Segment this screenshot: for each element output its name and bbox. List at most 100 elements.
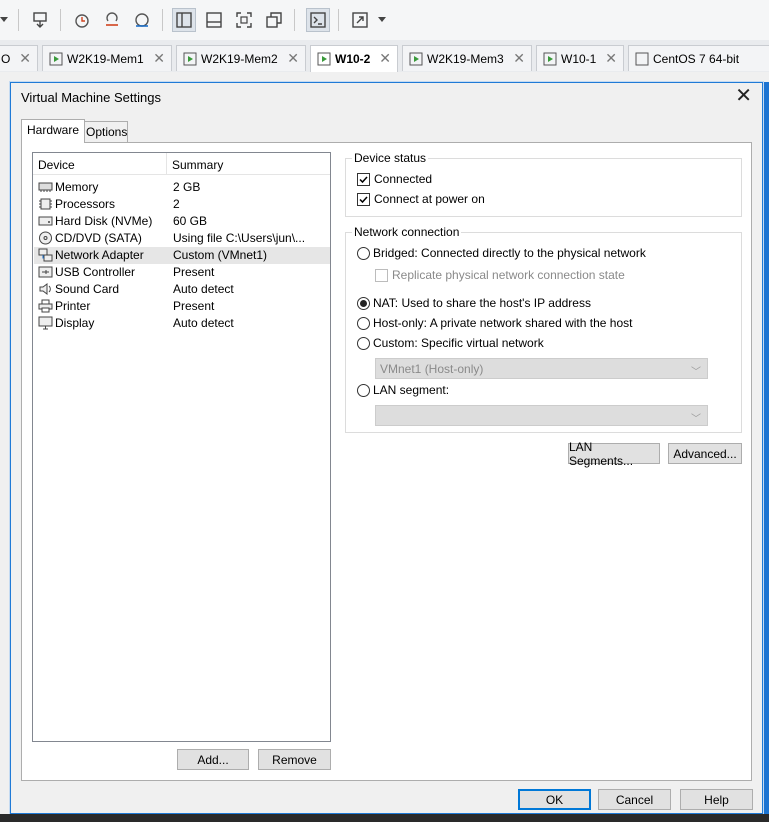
advanced-button[interactable]: Advanced... xyxy=(668,443,742,464)
vm-settings-dialog: Virtual Machine Settings ✕ Hardware Opti… xyxy=(10,82,763,814)
tab-centos-7[interactable]: CentOS 7 64-bit xyxy=(628,45,769,71)
device-name: Processors xyxy=(55,197,116,211)
tab-w2k19-mem3[interactable]: W2K19-Mem3 ✕ xyxy=(402,45,532,71)
checkbox-label: Connect at power on xyxy=(374,192,485,206)
checkbox-label: Connected xyxy=(374,172,433,186)
replicate-state-checkbox[interactable]: Replicate physical network connection st… xyxy=(375,268,625,282)
device-row-display[interactable]: Display Auto detect xyxy=(34,315,330,332)
snapshot-icon[interactable] xyxy=(70,8,94,32)
tab-w10-1[interactable]: W10-1 ✕ xyxy=(536,45,624,71)
group-title: Network connection xyxy=(352,225,462,239)
dropdown-caret-icon[interactable] xyxy=(378,17,386,22)
device-row-hard-disk[interactable]: Hard Disk (NVMe) 60 GB xyxy=(34,213,330,230)
nat-radio[interactable]: NAT: Used to share the host's IP address xyxy=(357,296,591,310)
toolbar-separator xyxy=(294,9,295,31)
close-icon[interactable]: ✕ xyxy=(153,51,165,65)
device-row-usb-controller[interactable]: USB Controller Present xyxy=(34,264,330,281)
group-title: Device status xyxy=(352,151,429,165)
device-name: USB Controller xyxy=(55,265,136,279)
close-icon[interactable]: ✕ xyxy=(19,51,31,65)
vm-icon xyxy=(49,52,63,65)
radio-label: Bridged: Connected directly to the physi… xyxy=(373,246,646,260)
column-header-device[interactable]: Device xyxy=(38,158,75,172)
full-screen-icon[interactable] xyxy=(232,8,256,32)
device-row-processors[interactable]: Processors 2 xyxy=(34,196,330,213)
device-name: CD/DVD (SATA) xyxy=(55,231,142,245)
snapshot-manager-icon[interactable] xyxy=(130,8,154,32)
close-icon[interactable]: ✕ xyxy=(605,51,617,65)
custom-network-select[interactable]: VMnet1 (Host-only) ﹀ xyxy=(375,358,708,379)
library-view-icon[interactable] xyxy=(172,8,196,32)
tab-w2k19-mem2[interactable]: W2K19-Mem2 ✕ xyxy=(176,45,306,71)
chevron-down-icon: ﹀ xyxy=(691,414,701,425)
device-name: Display xyxy=(55,316,95,330)
main-toolbar xyxy=(0,0,769,40)
lan-segment-select[interactable]: ﹀ xyxy=(375,405,708,426)
dropdown-caret-icon[interactable] xyxy=(0,17,8,22)
network-adapter-icon xyxy=(38,248,53,262)
tab-hardware[interactable]: Hardware xyxy=(21,119,86,143)
column-header-summary[interactable]: Summary xyxy=(172,158,223,172)
lan-segment-radio[interactable]: LAN segment: xyxy=(357,383,449,397)
unity-icon[interactable] xyxy=(262,8,286,32)
device-row-cd-dvd[interactable]: CD/DVD (SATA) Using file C:\Users\jun\..… xyxy=(34,230,330,247)
connect-at-power-on-checkbox[interactable]: Connect at power on xyxy=(357,192,485,206)
toolbar-separator xyxy=(18,9,19,31)
tab-label: W10-2 xyxy=(335,52,371,66)
tab-w2k19-mem1[interactable]: W2K19-Mem1 ✕ xyxy=(42,45,172,71)
tab-options[interactable]: Options xyxy=(80,121,128,143)
device-summary: Present xyxy=(173,265,215,279)
tab-label: CentOS 7 64-bit xyxy=(653,51,740,66)
hard-disk-icon xyxy=(38,216,53,226)
cancel-button[interactable]: Cancel xyxy=(598,789,671,810)
processor-icon xyxy=(39,198,52,210)
revert-snapshot-icon[interactable] xyxy=(100,8,124,32)
device-summary: 2 GB xyxy=(173,180,201,194)
vm-tab-bar: O ✕ W2K19-Mem1 ✕ W2K19-Mem2 ✕ W10-2 ✕ W2… xyxy=(0,40,769,72)
send-ctrl-alt-del-icon[interactable] xyxy=(28,8,52,32)
radio-label: NAT: Used to share the host's IP address xyxy=(373,296,591,310)
close-icon[interactable]: ✕ xyxy=(513,51,525,65)
close-icon[interactable]: ✕ xyxy=(379,51,391,65)
select-value: VMnet1 (Host-only) xyxy=(380,362,484,376)
close-icon[interactable]: ✕ xyxy=(735,86,752,106)
tab-label: W2K19-Mem2 xyxy=(201,51,278,66)
network-connection-group: Network connection Bridged: Connected di… xyxy=(345,225,742,433)
dialog-title: Virtual Machine Settings xyxy=(21,90,161,105)
device-summary: Auto detect xyxy=(173,282,234,296)
radio-label: Host-only: A private network shared with… xyxy=(373,316,633,330)
help-button[interactable]: Help xyxy=(680,789,753,810)
stretch-guest-icon[interactable] xyxy=(348,8,372,32)
printer-icon xyxy=(38,299,53,313)
thumbnail-view-icon[interactable] xyxy=(202,8,226,32)
vm-icon xyxy=(635,52,649,65)
radio-label: LAN segment: xyxy=(373,383,450,397)
custom-radio[interactable]: Custom: Specific virtual network xyxy=(357,336,544,350)
hardware-panel: Device Summary Memory 2 GB Processors 2 … xyxy=(21,142,752,781)
checkmark-icon xyxy=(359,195,368,203)
tab-w10-2[interactable]: W10-2 ✕ xyxy=(310,45,398,72)
column-divider[interactable] xyxy=(166,153,167,175)
device-row-network-adapter[interactable]: Network Adapter Custom (VMnet1) xyxy=(34,247,330,264)
vm-icon xyxy=(183,52,197,65)
device-row-printer[interactable]: Printer Present xyxy=(34,298,330,315)
toolbar-separator xyxy=(60,9,61,31)
connected-checkbox[interactable]: Connected xyxy=(357,172,432,186)
bridged-radio[interactable]: Bridged: Connected directly to the physi… xyxy=(357,246,646,260)
ok-button[interactable]: OK xyxy=(518,789,591,810)
radio-label: Custom: Specific virtual network xyxy=(373,336,544,350)
remove-device-button[interactable]: Remove xyxy=(258,749,331,770)
host-only-radio[interactable]: Host-only: A private network shared with… xyxy=(357,316,632,330)
chevron-down-icon: ﹀ xyxy=(691,367,701,378)
lan-segments-button[interactable]: LAN Segments... xyxy=(568,440,660,468)
device-name: Sound Card xyxy=(55,282,120,296)
device-row-memory[interactable]: Memory 2 GB xyxy=(34,179,330,196)
toolbar-separator xyxy=(338,9,339,31)
display-icon xyxy=(38,316,53,330)
console-view-icon[interactable] xyxy=(306,8,330,32)
close-icon[interactable]: ✕ xyxy=(287,51,299,65)
device-row-sound-card[interactable]: Sound Card Auto detect xyxy=(34,281,330,298)
add-device-button[interactable]: Add... xyxy=(177,749,249,770)
tab-partial[interactable]: O ✕ xyxy=(0,45,38,71)
tab-label: W2K19-Mem3 xyxy=(427,51,504,66)
